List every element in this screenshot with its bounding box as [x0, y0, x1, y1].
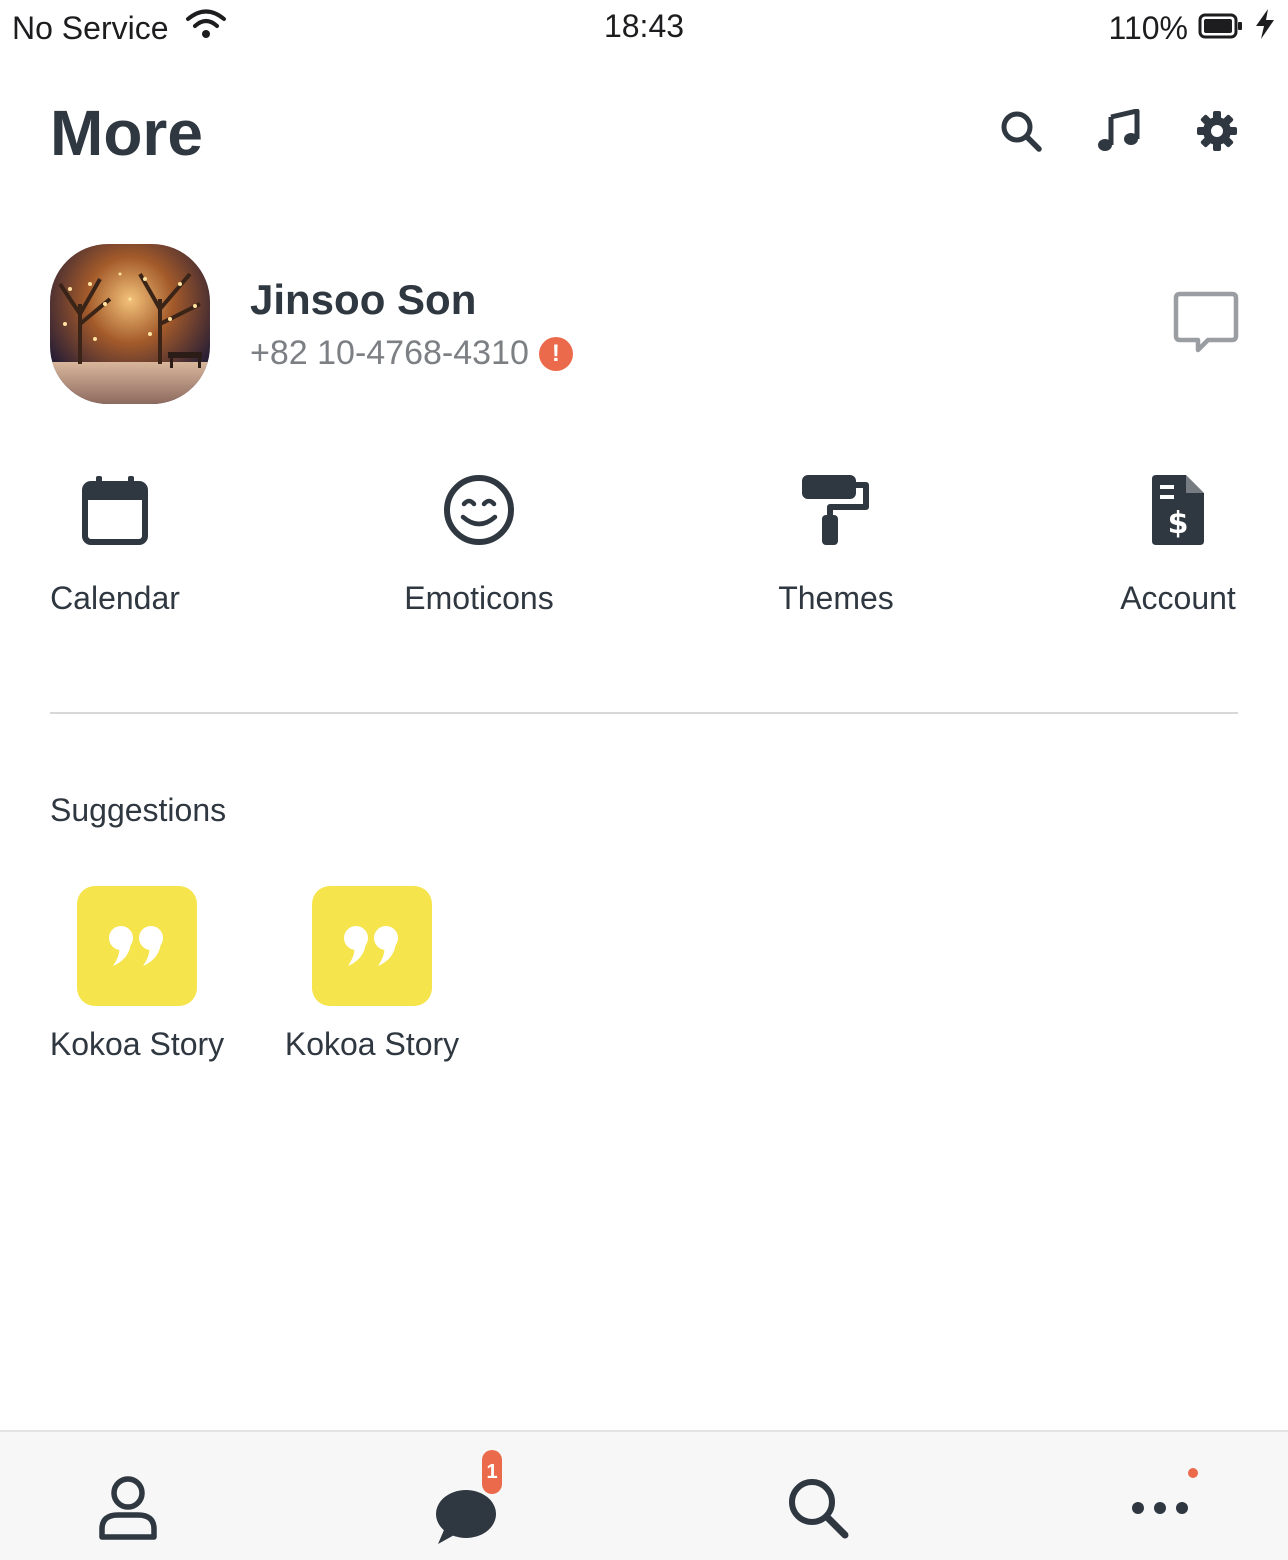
settings-button[interactable] — [1194, 108, 1240, 154]
calendar-shortcut[interactable]: Calendar — [50, 470, 180, 617]
header-actions — [998, 108, 1240, 154]
quote-icon — [344, 926, 398, 966]
page-title: More — [50, 97, 203, 169]
suggestion-label: Kokoa Story — [284, 1026, 460, 1062]
search-icon — [789, 1479, 849, 1539]
chat-unread-badge: 1 — [482, 1450, 502, 1494]
smile-icon — [444, 475, 514, 545]
account-shortcut[interactable]: $ Account — [1110, 470, 1246, 617]
status-bar: No Service 18:43 110% — [0, 0, 1288, 56]
charging-icon — [1254, 8, 1276, 48]
more-screen: No Service 18:43 110% More Jinsoo Son +8… — [0, 0, 1288, 1560]
more-dots-icon — [1132, 1502, 1188, 1514]
emoticons-shortcut[interactable]: Emoticons — [394, 470, 564, 617]
music-note-icon — [1098, 109, 1140, 151]
calendar-label: Calendar — [50, 580, 180, 616]
warning-badge[interactable]: ! — [538, 336, 573, 371]
music-button[interactable] — [1096, 108, 1142, 154]
battery-icon — [1198, 10, 1244, 47]
suggestion-kokoa-story[interactable]: Kokoa Story — [282, 886, 462, 1063]
tab-chats[interactable]: 1 — [430, 1450, 510, 1548]
divider — [50, 712, 1238, 714]
avatar[interactable] — [50, 244, 210, 404]
account-label: Account — [1120, 580, 1236, 616]
profile-phone-row: +82 10-4768-4310 ! — [250, 334, 573, 373]
suggestions-heading: Suggestions — [50, 792, 227, 828]
more-notification-dot — [1188, 1468, 1198, 1478]
battery-percent: 110% — [1108, 9, 1188, 46]
tab-friends[interactable] — [88, 1468, 168, 1548]
gear-icon — [1197, 111, 1237, 151]
person-icon — [99, 1476, 157, 1540]
themes-label: Themes — [778, 580, 894, 616]
bottom-tab-bar: 1 — [0, 1430, 1288, 1560]
themes-shortcut[interactable]: Themes — [766, 470, 906, 617]
my-chat-button[interactable] — [1172, 290, 1240, 358]
search-icon — [1001, 111, 1042, 152]
emoticons-label: Emoticons — [404, 580, 554, 616]
profile-name[interactable]: Jinsoo Son — [250, 276, 476, 324]
svg-text:$: $ — [1168, 506, 1189, 541]
tab-more[interactable] — [1120, 1468, 1200, 1548]
quote-icon — [109, 926, 163, 966]
tab-search[interactable] — [778, 1468, 858, 1548]
clock: 18:43 — [603, 8, 685, 44]
calendar-icon — [82, 476, 148, 545]
search-button[interactable] — [998, 108, 1044, 154]
profile-phone: +82 10-4768-4310 — [250, 334, 529, 372]
chat-bubble-outline-icon — [1173, 291, 1239, 353]
suggestion-kokoa-story[interactable]: Kokoa Story — [47, 886, 227, 1063]
invoice-dollar-icon: $ — [1152, 475, 1204, 545]
suggestion-label: Kokoa Story — [49, 1026, 225, 1062]
paint-roller-icon — [802, 475, 869, 545]
